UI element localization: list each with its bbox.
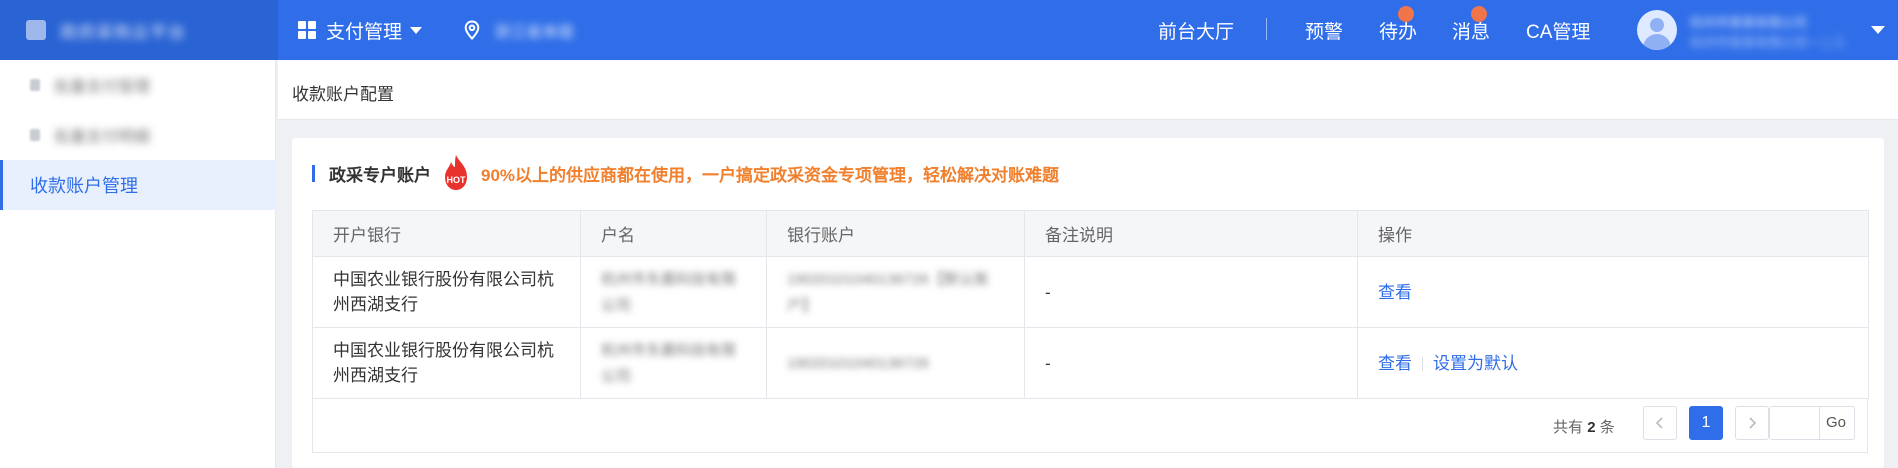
user-name[interactable]: 杭州市某某有限公司 bbox=[1690, 12, 1807, 31]
hot-badge-text: HOT bbox=[447, 175, 467, 185]
total-count: 共有 2 条 bbox=[1553, 416, 1615, 437]
sidebar-item-batch-detail[interactable]: 批量支付明细 bbox=[0, 110, 276, 160]
promo-text: 90%以上的供应商都在使用，一户搞定政采资金专项管理，轻松解决对账难题 bbox=[481, 165, 1060, 185]
chevron-down-icon bbox=[410, 26, 423, 34]
section-accent-bar bbox=[312, 164, 315, 182]
set-default-link[interactable]: 设置为默认 bbox=[1433, 354, 1518, 373]
user-org: 杭州市某某有限公司一二三 bbox=[1690, 35, 1847, 50]
bank-cell: 中国农业银行股份有限公司杭州西湖支行 bbox=[312, 327, 581, 399]
avatar-head bbox=[1650, 18, 1664, 32]
location-label: 浙江省本级 bbox=[494, 24, 575, 41]
view-link[interactable]: 查看 bbox=[1378, 283, 1412, 302]
table-row: 中国农业银行股份有限公司杭州西湖支行 杭州市东晨科技有限公司 190201010… bbox=[312, 327, 1869, 399]
user-menu-chevron-icon[interactable] bbox=[1871, 26, 1885, 34]
next-page-button[interactable] bbox=[1735, 406, 1769, 440]
action-divider bbox=[1422, 357, 1423, 372]
payment-management-menu[interactable]: 支付管理 bbox=[298, 0, 423, 60]
todo-badge bbox=[1398, 6, 1414, 22]
page-jump: Go bbox=[1769, 406, 1855, 440]
sidebar-item-label: 批量支付管理 bbox=[54, 79, 151, 96]
table-header-row: 开户银行 户名 银行账户 备注说明 操作 bbox=[312, 210, 1869, 257]
actions-cell: 查看 bbox=[1357, 256, 1869, 328]
account-card: 政采专户账户 HOT 90%以上的供应商都在使用，一户搞定政采资金专项管理，轻松… bbox=[292, 138, 1884, 468]
nav-ca-management[interactable]: CA管理 bbox=[1526, 0, 1590, 60]
nav-warning[interactable]: 预警 bbox=[1305, 0, 1343, 60]
sidebar-item-label: 批量支付明细 bbox=[54, 129, 151, 146]
account-number-cell: 19020101040136726【默认账户】 bbox=[787, 271, 989, 314]
sidebar-item-receiving-account[interactable]: 收款账户管理 bbox=[0, 160, 276, 210]
total-suffix: 条 bbox=[1599, 419, 1615, 436]
menu-item-icon bbox=[30, 79, 40, 91]
account-name-cell: 杭州市东晨科技有限公司 bbox=[601, 271, 737, 314]
sidebar: 批量支付管理 批量支付明细 收款账户管理 bbox=[0, 60, 276, 468]
top-navbar: 政府采购云平台 支付管理 浙江省本级 前台大厅 预警 待办 消息 CA管理 杭州… bbox=[0, 0, 1898, 60]
account-table: 开户银行 户名 银行账户 备注说明 操作 中国农业银行股份有限公司杭州西湖支行 … bbox=[312, 210, 1869, 399]
page-jump-input[interactable] bbox=[1770, 407, 1820, 439]
section-title: 政采专户账户 bbox=[329, 165, 431, 185]
bank-cell: 中国农业银行股份有限公司杭州西湖支行 bbox=[312, 256, 581, 328]
prev-page-button[interactable] bbox=[1643, 406, 1677, 440]
messages-badge bbox=[1471, 6, 1487, 22]
brand-name: 政府采购云平台 bbox=[60, 22, 186, 42]
chevron-left-icon bbox=[1655, 417, 1663, 429]
pagination: 共有 2 条 1 Go bbox=[312, 398, 1868, 453]
sidebar-item-label: 收款账户管理 bbox=[30, 176, 138, 196]
location-pin-icon bbox=[464, 20, 480, 40]
page-number-button[interactable]: 1 bbox=[1689, 406, 1723, 440]
table-row: 中国农业银行股份有限公司杭州西湖支行 杭州市东晨科技有限公司 190201010… bbox=[312, 256, 1869, 328]
view-link[interactable]: 查看 bbox=[1378, 354, 1412, 373]
go-button[interactable]: Go bbox=[1826, 414, 1846, 431]
remark-cell: - bbox=[1024, 256, 1358, 328]
payment-management-label: 支付管理 bbox=[326, 21, 403, 43]
apps-grid-icon bbox=[298, 21, 316, 39]
total-number: 2 bbox=[1587, 419, 1596, 436]
chevron-right-icon bbox=[1749, 417, 1757, 429]
section-header: 政采专户账户 HOT 90%以上的供应商都在使用，一户搞定政采资金专项管理，轻松… bbox=[312, 155, 1060, 190]
platform-logo-icon bbox=[26, 20, 46, 40]
column-header-account-name: 户名 bbox=[580, 210, 767, 257]
user-avatar[interactable] bbox=[1637, 10, 1677, 50]
account-number-cell: 19020101040136726 bbox=[787, 355, 929, 372]
avatar-body bbox=[1643, 34, 1671, 50]
brand[interactable]: 政府采购云平台 bbox=[0, 0, 278, 60]
remark-cell: - bbox=[1024, 327, 1358, 399]
location-selector[interactable]: 浙江省本级 bbox=[462, 0, 574, 60]
breadcrumb: 收款账户配置 bbox=[292, 85, 394, 104]
hot-flame-icon: HOT bbox=[445, 155, 467, 190]
menu-item-icon bbox=[30, 129, 40, 141]
sidebar-item-batch-payment[interactable]: 批量支付管理 bbox=[0, 60, 276, 110]
column-header-remark: 备注说明 bbox=[1024, 210, 1358, 257]
actions-cell: 查看 设置为默认 bbox=[1357, 327, 1869, 399]
total-prefix: 共有 bbox=[1553, 419, 1584, 436]
nav-front-hall[interactable]: 前台大厅 bbox=[1158, 0, 1234, 60]
column-header-actions: 操作 bbox=[1357, 210, 1869, 257]
account-name-cell: 杭州市东晨科技有限公司 bbox=[601, 342, 737, 385]
nav-divider bbox=[1266, 18, 1267, 40]
column-header-account-number: 银行账户 bbox=[766, 210, 1025, 257]
column-header-bank: 开户银行 bbox=[312, 210, 581, 257]
breadcrumb-bar: 收款账户配置 bbox=[278, 60, 1898, 120]
